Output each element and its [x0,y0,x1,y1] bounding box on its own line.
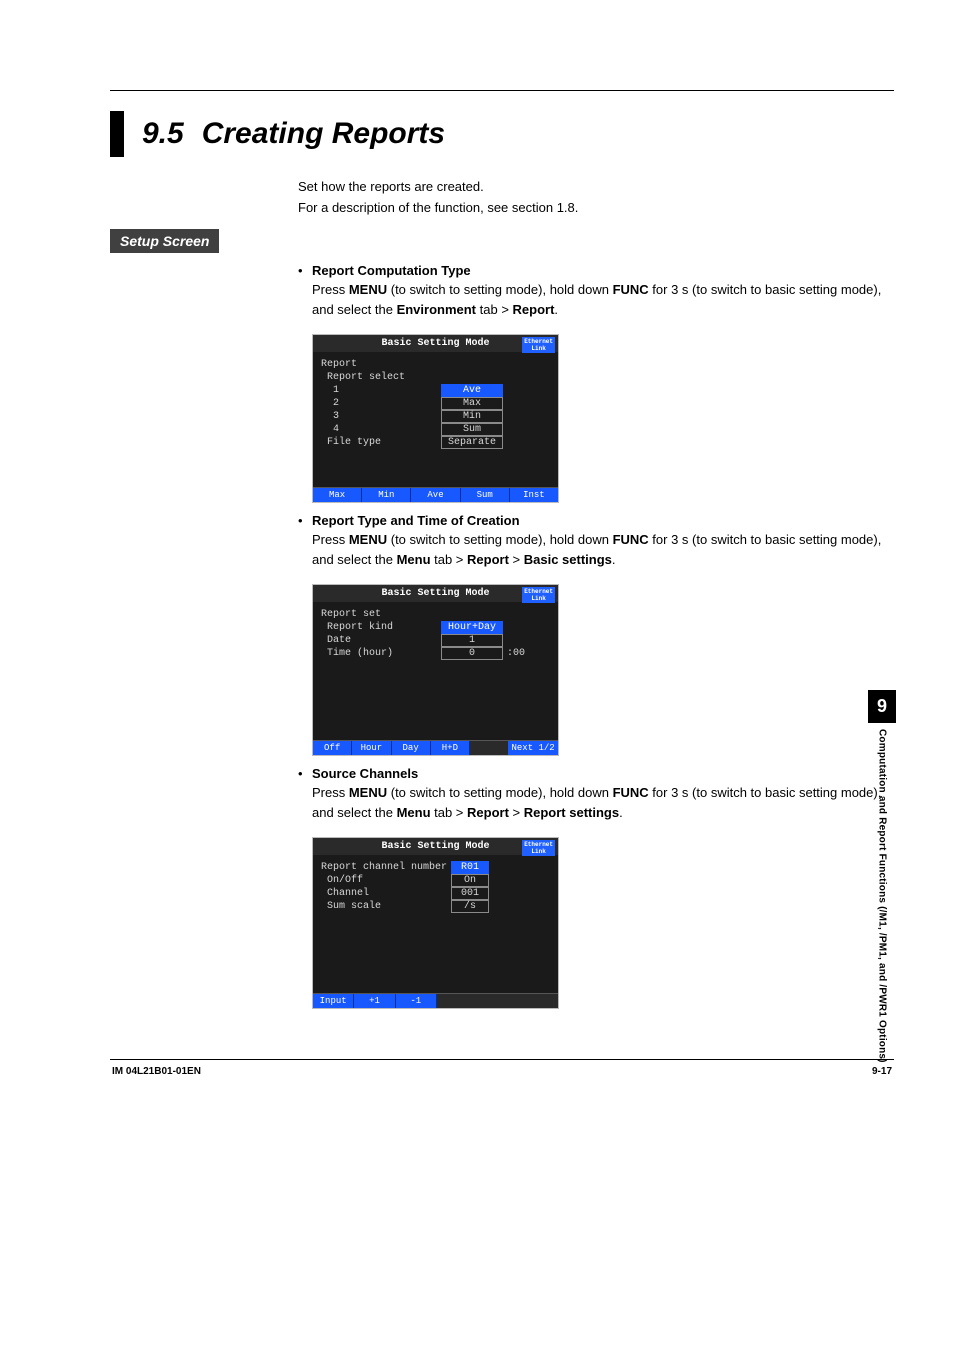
bullet-icon: • [298,766,312,781]
softkey-hd: H+D [431,741,470,755]
softkey-row: Max Min Ave Sum Inst [313,487,558,502]
softkey-gap [518,994,558,1008]
title-bar [110,111,124,157]
section-number: 9.5 [142,117,184,150]
softkey-sum: Sum [461,488,510,502]
softkey-minus1: -1 [396,994,437,1008]
screen-body: Report channel numberR01 On/OffOn Channe… [313,855,558,993]
screenshot-1: Basic Setting Mode Ethernet Link Report … [312,334,559,503]
screenshot-2: Basic Setting Mode Ethernet Link Report … [312,584,559,756]
softkey-row: Input +1 -1 [313,993,558,1008]
footer-left: IM 04L21B01-01EN [112,1066,201,1077]
section-report-computation-type: •Report Computation Type Press MENU (to … [298,263,894,320]
section-title-text: Creating Reports [202,117,445,150]
section-report-type-time: •Report Type and Time of Creation Press … [298,513,894,570]
field-ave: Ave [441,384,503,397]
ethernet-link-icon: Ethernet Link [522,337,555,353]
chapter-side-tab: 9 Computation and Report Functions (/M1,… [868,690,896,1063]
intro-line-1: Set how the reports are created. [298,177,894,198]
field-sum-scale: /s [451,900,489,913]
chapter-number: 9 [868,690,896,723]
top-rule [110,90,894,91]
ethernet-link-icon: Ethernet Link [522,840,555,856]
field-date: 1 [441,634,503,647]
softkey-plus1: +1 [354,994,395,1008]
screen-title: Basic Setting Mode Ethernet Link [313,585,558,602]
ethernet-link-icon: Ethernet Link [522,587,555,603]
screen-body: Report set Report kindHour+Day Date1 Tim… [313,602,558,740]
bullet-icon: • [298,513,312,528]
instruction-text-1: Press MENU (to switch to setting mode), … [312,280,894,320]
field-max: Max [441,397,503,410]
softkey-min: Min [362,488,411,502]
intro-block: Set how the reports are created. For a d… [298,177,894,219]
softkey-max: Max [313,488,362,502]
setup-screen-label: Setup Screen [110,229,219,253]
field-min: Min [441,410,503,423]
softkey-gap [477,994,517,1008]
intro-line-2: For a description of the function, see s… [298,198,894,219]
section-source-channels: •Source Channels Press MENU (to switch t… [298,766,894,823]
footer-right: 9-17 [872,1066,892,1077]
softkey-gap [470,741,508,755]
bullet-heading: Source Channels [312,766,418,781]
softkey-gap [437,994,477,1008]
field-filetype: Separate [441,436,503,449]
softkey-off: Off [313,741,352,755]
softkey-day: Day [392,741,431,755]
screen-body: Report Report select 1Ave 2Max 3Min 4Sum… [313,352,558,487]
field-channel: 001 [451,887,489,900]
chapter-label: Computation and Report Functions (/M1, /… [877,729,888,1063]
screen-title: Basic Setting Mode Ethernet Link [313,838,558,855]
bullet-heading: Report Type and Time of Creation [312,513,520,528]
softkey-row: Off Hour Day H+D Next 1/2 [313,740,558,755]
screenshot-3: Basic Setting Mode Ethernet Link Report … [312,837,559,1009]
field-sum: Sum [441,423,503,436]
bullet-heading: Report Computation Type [312,263,471,278]
softkey-input: Input [313,994,354,1008]
bottom-rule [110,1059,894,1060]
field-report-kind: Hour+Day [441,621,503,634]
softkey-hour: Hour [352,741,391,755]
field-time-hour: 0 [441,647,503,660]
field-report-channel-number: R01 [451,861,489,874]
softkey-next: Next 1/2 [508,741,558,755]
softkey-inst: Inst [510,488,558,502]
page-footer: IM 04L21B01-01EN 9-17 [110,1066,894,1077]
instruction-text-2: Press MENU (to switch to setting mode), … [312,530,894,570]
section-heading: 9.5 Creating Reports [110,111,894,157]
softkey-ave: Ave [411,488,460,502]
section-title: 9.5 Creating Reports [142,111,445,157]
instruction-text-3: Press MENU (to switch to setting mode), … [312,783,894,823]
bullet-icon: • [298,263,312,278]
screen-title: Basic Setting Mode Ethernet Link [313,335,558,352]
field-onoff: On [451,874,489,887]
